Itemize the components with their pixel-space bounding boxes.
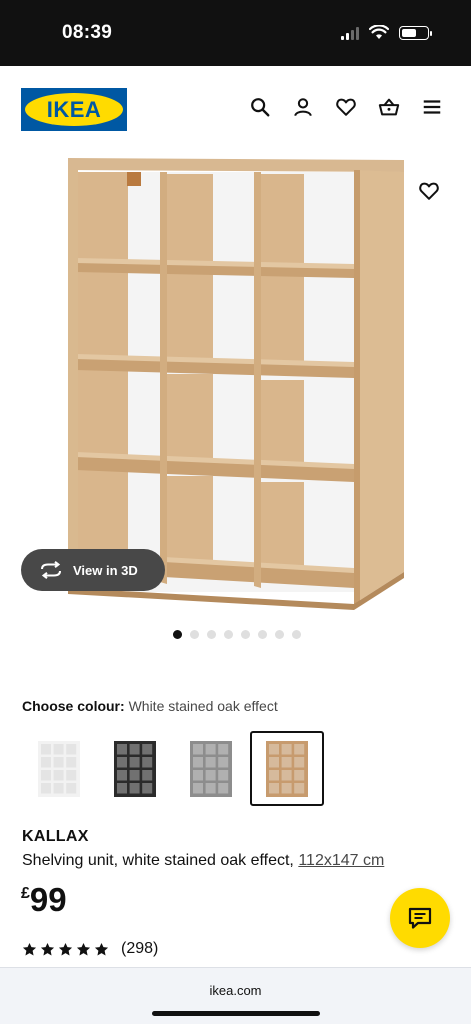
menu-icon[interactable]	[421, 96, 443, 118]
view-in-3d-button[interactable]: View in 3D	[21, 549, 165, 591]
star-icon	[40, 942, 55, 955]
colour-swatch-grey[interactable]	[174, 731, 248, 806]
colour-chooser-label: Choose colour: White stained oak effect	[22, 698, 278, 714]
kallax-thumbnail-icon	[38, 740, 80, 797]
site-header: IKEA	[0, 66, 471, 152]
colour-swatch-black-brown[interactable]	[98, 731, 172, 806]
colour-swatch-white-stained-oak[interactable]	[250, 731, 324, 806]
star-icon	[58, 942, 73, 955]
browser-url-bar[interactable]: ikea.com	[0, 967, 471, 1024]
product-rating[interactable]: (298)	[22, 940, 158, 958]
wishlist-icon[interactable]	[335, 96, 357, 118]
product-name: KALLAX	[22, 828, 89, 845]
status-icons	[341, 25, 432, 40]
chat-icon	[408, 907, 432, 929]
account-icon[interactable]	[292, 96, 314, 118]
wifi-icon	[369, 25, 389, 39]
gallery-dot[interactable]	[223, 630, 233, 639]
status-bar: 08:39	[0, 0, 471, 66]
gallery-dot[interactable]	[172, 630, 182, 639]
status-time: 08:39	[62, 22, 113, 43]
basket-icon[interactable]	[378, 96, 400, 118]
search-icon[interactable]	[249, 96, 271, 118]
header-icons	[249, 96, 443, 118]
rotate-3d-icon	[41, 561, 61, 579]
star-icon	[76, 942, 91, 955]
gallery-dot[interactable]	[291, 630, 301, 639]
gallery-dot[interactable]	[257, 630, 267, 639]
logo-text: IKEA	[46, 97, 102, 122]
gallery-dot[interactable]	[206, 630, 216, 639]
home-indicator[interactable]	[152, 1011, 320, 1016]
product-dimensions-link[interactable]: 112x147 cm	[298, 852, 384, 869]
price-currency: £	[21, 885, 30, 902]
kallax-thumbnail-icon	[114, 740, 156, 797]
colour-value: White stained oak effect	[128, 698, 278, 714]
gallery-dot[interactable]	[189, 630, 199, 639]
view-in-3d-label: View in 3D	[73, 562, 138, 578]
battery-icon	[399, 25, 432, 40]
chat-button[interactable]	[390, 888, 450, 948]
url-text: ikea.com	[209, 983, 262, 998]
star-icon	[94, 942, 109, 955]
kallax-thumbnail-icon	[190, 740, 232, 797]
colour-swatches	[22, 731, 324, 806]
ikea-logo[interactable]: IKEA	[21, 88, 127, 131]
product-price: £ 99	[21, 882, 67, 918]
review-count: (298)	[121, 940, 159, 957]
add-to-wishlist-icon[interactable]	[418, 180, 440, 202]
colour-swatch-white[interactable]	[22, 731, 96, 806]
kallax-thumbnail-icon	[266, 740, 308, 797]
gallery-dot[interactable]	[274, 630, 284, 639]
cellular-signal-icon	[341, 26, 359, 40]
gallery-dot[interactable]	[240, 630, 250, 639]
price-amount: 99	[29, 881, 67, 918]
product-description-text: Shelving unit, white stained oak effect,	[22, 852, 294, 869]
star-icon	[22, 942, 37, 955]
colour-label: Choose colour:	[22, 698, 125, 714]
product-description: Shelving unit, white stained oak effect,…	[22, 852, 384, 870]
gallery-pagination	[0, 630, 471, 639]
product-image-gallery[interactable]: View in 3D	[0, 152, 471, 620]
